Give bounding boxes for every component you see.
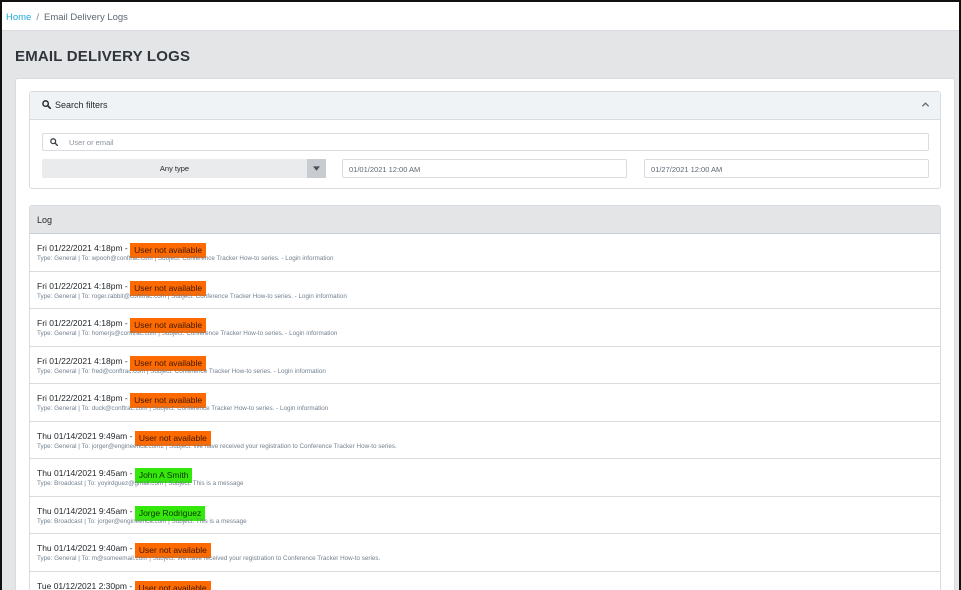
- log-item-timestamp: Fri 01/22/2021 4:18pm: [37, 355, 123, 366]
- log-item: Thu 01/14/2021 9:45am - John A Smith Type…: [30, 459, 940, 497]
- log-item-separator: -: [127, 430, 135, 441]
- log-item: Fri 01/22/2021 4:18pm - User not availab…: [30, 347, 940, 384]
- search-icon: [42, 100, 52, 111]
- log-item: Fri 01/22/2021 4:18pm - User not availab…: [30, 272, 940, 309]
- log-item-details: Type: General | To: homerjs@conftrac.com…: [37, 330, 338, 337]
- log-item-header: Fri 01/22/2021 4:18pm - User not availab…: [37, 280, 940, 296]
- log-item: Thu 01/14/2021 9:40am - User not availab…: [30, 534, 940, 572]
- log-item: Thu 01/14/2021 9:45am - Jorge Rodriguez T…: [30, 497, 940, 534]
- search-input[interactable]: [69, 134, 919, 150]
- log-item-timestamp: Fri 01/22/2021 4:18pm: [37, 243, 123, 253]
- log-item-timestamp: Fri 01/22/2021 4:18pm: [37, 280, 123, 291]
- log-item-timestamp: Thu 01/14/2021 9:49am: [37, 430, 128, 441]
- log-item: Fri 01/22/2021 4:18pm - User not availab…: [30, 309, 940, 347]
- search-input-group: [42, 133, 929, 151]
- log-item-separator: -: [122, 355, 131, 366]
- start-date-field[interactable]: 01/01/2021 12:00 AM: [342, 159, 627, 178]
- log-item-header: Fri 01/22/2021 4:18pm - User not availab…: [37, 242, 940, 258]
- app-frame: Home / Email Delivery Logs EMAIL DELIVERY …: [0, 0, 961, 590]
- log-item: Fri 01/22/2021 4:18pm - User not availab…: [30, 384, 940, 422]
- breadcrumb: Home / Email Delivery Logs: [2, 2, 959, 31]
- log-item-header: Fri 01/22/2021 4:18pm - User not availab…: [37, 392, 940, 408]
- log-item-details: Type: General | To: duck@conftrac.com | …: [37, 405, 329, 412]
- log-item-details: Type: General | To: m@someemail.com | Su…: [37, 555, 381, 562]
- log-item-details: Type: Broadcast | To: yoyirdguez@gmail.c…: [37, 480, 244, 487]
- search-filters-title: Search filters: [55, 100, 108, 110]
- log-item-separator: -: [122, 318, 131, 328]
- search-icon: [43, 134, 65, 150]
- log-item-separator: -: [122, 393, 131, 403]
- type-select-value: Any type: [159, 164, 190, 173]
- log-header: Log: [30, 206, 940, 234]
- log-item-timestamp: Tue 01/12/2021 2:30pm: [37, 580, 127, 590]
- log-item-header: Thu 01/14/2021 9:40am - User not availab…: [37, 542, 940, 558]
- log-item-timestamp: Fri 01/22/2021 4:18pm: [37, 318, 123, 328]
- caret-down-icon[interactable]: [307, 159, 326, 178]
- end-date-field[interactable]: 01/27/2021 12:00 AM: [644, 159, 929, 178]
- log-item-header: Fri 01/22/2021 4:18pm - User not availab…: [37, 317, 940, 333]
- log-item-timestamp: Thu 01/14/2021 9:40am: [37, 543, 128, 553]
- page-title: EMAIL DELIVERY LOGS: [15, 48, 191, 65]
- log-item-header: Fri 01/22/2021 4:18pm - User not availab…: [37, 355, 940, 371]
- breadcrumb-separator: /: [36, 12, 39, 23]
- content-card: Search filters Any type 01/01/2021 12:00…: [15, 78, 955, 590]
- log-item-status: User not available: [134, 580, 211, 590]
- log-item-separator: -: [122, 243, 131, 253]
- log-item-timestamp: Thu 01/14/2021 9:45am: [37, 505, 128, 516]
- log-item-separator: -: [122, 280, 131, 291]
- log-item-timestamp: Thu 01/14/2021 9:45am: [37, 468, 128, 478]
- chevron-up-icon[interactable]: [921, 100, 930, 111]
- log-item-header: Tue 01/12/2021 2:30pm - User not availab…: [37, 580, 940, 590]
- log-item: Fri 01/22/2021 4:18pm - User not availab…: [30, 234, 940, 272]
- log-item-details: Type: General | To: wpooh@conftrac.com |…: [37, 255, 334, 262]
- log-item-details: Type: Broadcast | To: jorger@engineerica…: [37, 517, 247, 525]
- search-filters-panel: Search filters Any type 01/01/2021 12:00…: [29, 91, 941, 189]
- log-list: Fri 01/22/2021 4:18pm - User not availab…: [30, 234, 940, 590]
- log-panel: Log Fri 01/22/2021 4:18pm - User not ava…: [29, 205, 941, 590]
- breadcrumb-current: Email Delivery Logs: [43, 12, 128, 23]
- log-item-separator: -: [127, 543, 135, 553]
- log-item-header: Thu 01/14/2021 9:45am - John A Smith: [37, 467, 940, 483]
- log-item-details: Type: General | To: roger.rabbit@conftra…: [37, 292, 347, 300]
- log-item-header: Thu 01/14/2021 9:45am - Jorge Rodriguez: [37, 505, 940, 521]
- log-item-header: Thu 01/14/2021 9:49am - User not availab…: [37, 430, 940, 446]
- log-item-details: Type: General | To: jorger@engineerica.c…: [37, 442, 397, 450]
- log-item-separator: -: [126, 580, 135, 590]
- log-item: Tue 01/12/2021 2:30pm - User not availab…: [30, 572, 940, 590]
- log-item: Thu 01/14/2021 9:49am - User not availab…: [30, 422, 940, 459]
- type-select[interactable]: Any type: [42, 159, 326, 178]
- log-item-separator: -: [127, 468, 135, 478]
- search-filters-header[interactable]: Search filters: [30, 92, 940, 120]
- log-item-details: Type: General | To: fred@conftrac.com | …: [37, 367, 326, 375]
- log-item-timestamp: Fri 01/22/2021 4:18pm: [37, 393, 123, 403]
- log-item-separator: -: [127, 505, 135, 516]
- breadcrumb-home-link[interactable]: Home: [6, 12, 31, 23]
